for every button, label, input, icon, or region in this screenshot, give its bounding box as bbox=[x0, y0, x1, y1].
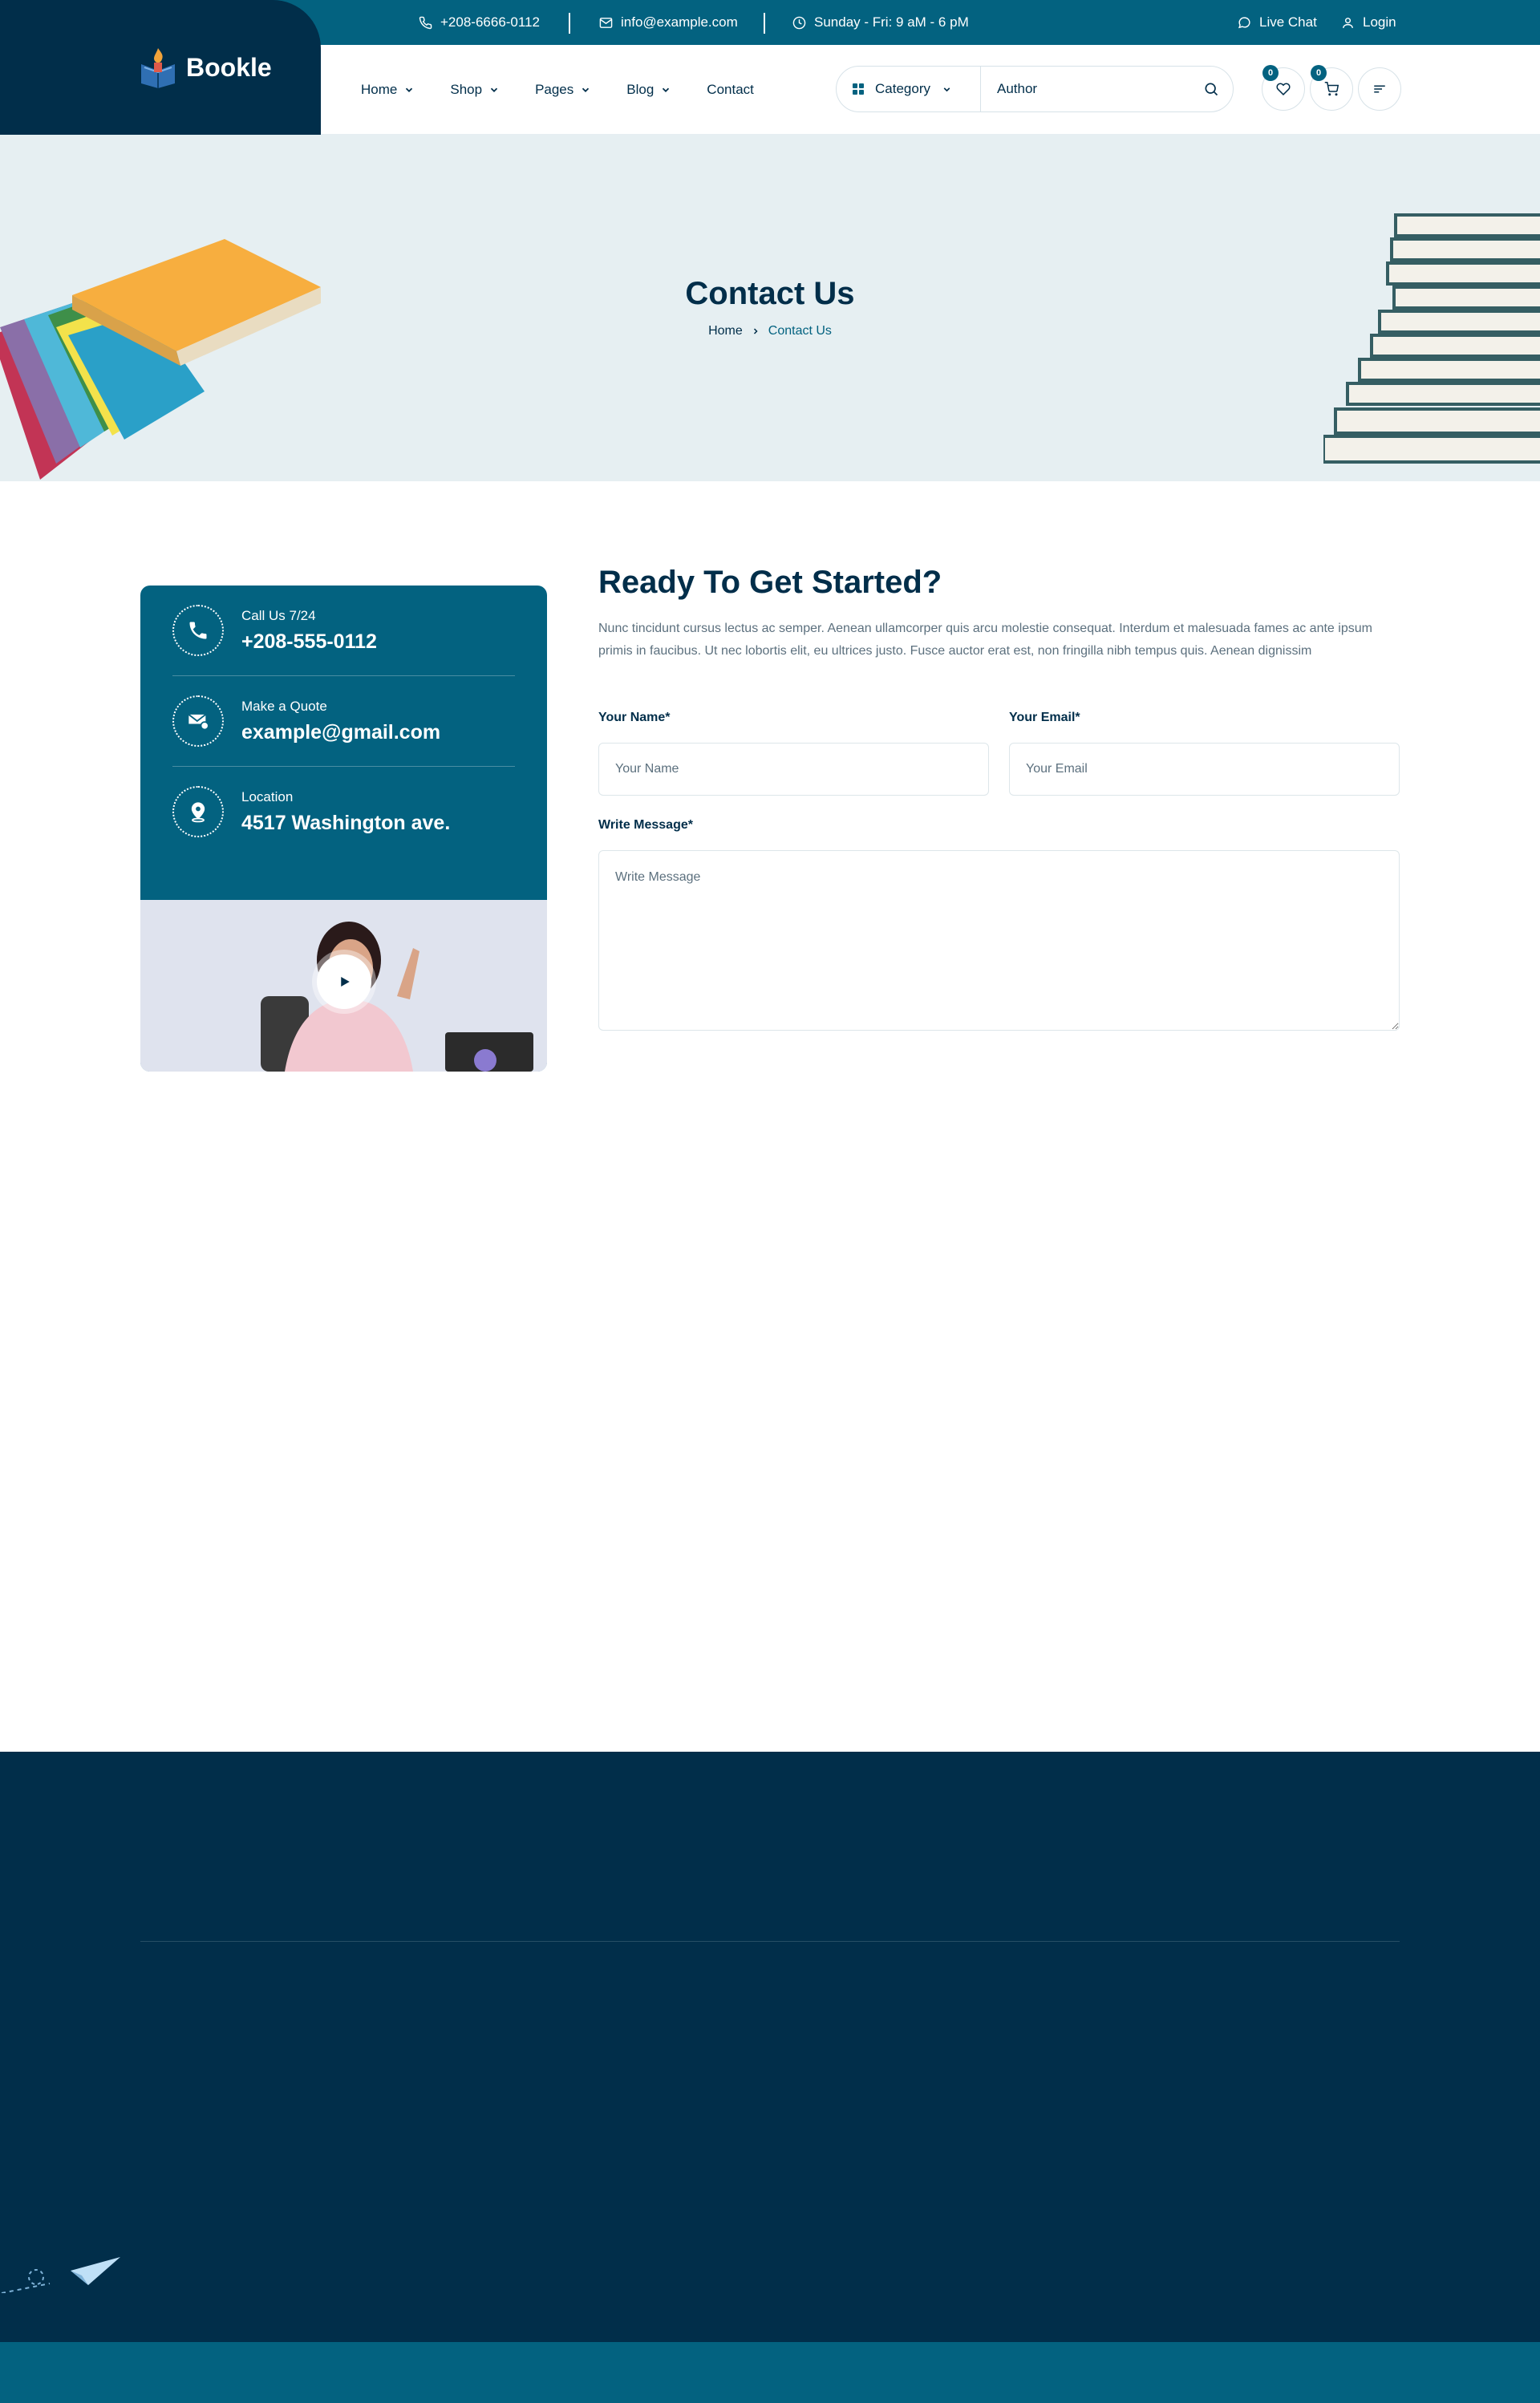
topbar-phone[interactable]: +208-6666-0112 bbox=[419, 0, 540, 45]
mail-icon bbox=[172, 695, 224, 747]
name-field-label: Your Name* bbox=[598, 711, 671, 724]
nav-item-label: Blog bbox=[626, 82, 654, 97]
play-icon bbox=[341, 977, 350, 987]
chevron-down-icon bbox=[663, 87, 670, 92]
nav-item-contact[interactable]: Contact bbox=[707, 82, 754, 98]
nav-item-label: Shop bbox=[450, 82, 483, 97]
chevron-down-icon bbox=[582, 87, 590, 92]
nav-item-home[interactable]: Home bbox=[361, 82, 415, 98]
nav-item-label: Home bbox=[361, 82, 398, 97]
category-dropdown[interactable]: Category bbox=[837, 67, 981, 111]
nav-item-label: Contact bbox=[707, 82, 754, 97]
chevron-down-icon bbox=[943, 87, 950, 91]
contact-call: Call Us 7/24 +208-555-0112 bbox=[172, 586, 515, 675]
message-textarea[interactable] bbox=[598, 850, 1400, 1031]
form-description: Nunc tincidunt cursus lectus ac semper. … bbox=[598, 622, 1372, 658]
wishlist-count-badge: 0 bbox=[1262, 65, 1279, 81]
cart-count-badge: 0 bbox=[1311, 65, 1327, 81]
phone-icon bbox=[172, 605, 224, 656]
phone-icon bbox=[419, 16, 432, 29]
nav-item-shop[interactable]: Shop bbox=[450, 82, 500, 98]
page-title: Contact Us bbox=[685, 276, 855, 311]
search-box: Category bbox=[836, 66, 1234, 112]
logo-panel: Bookle bbox=[0, 0, 321, 135]
search-button[interactable] bbox=[1189, 67, 1233, 111]
footer-bottom-bar bbox=[0, 2342, 1540, 2403]
divider bbox=[764, 13, 765, 34]
contact-quote-label: Make a Quote bbox=[241, 698, 327, 714]
support-video-thumbnail[interactable] bbox=[140, 900, 547, 1072]
contact-call-label: Call Us 7/24 bbox=[241, 607, 316, 623]
login-label: Login bbox=[1363, 14, 1396, 30]
paper-plane-icon bbox=[1, 2257, 120, 2293]
contact-location-value: 4517 Washington ave. bbox=[241, 811, 451, 834]
chevron-right-icon bbox=[753, 328, 758, 334]
chat-icon bbox=[1238, 16, 1250, 28]
contact-location: Location 4517 Washington ave. bbox=[172, 767, 515, 857]
author-search-input[interactable] bbox=[981, 81, 1189, 97]
heart-icon bbox=[1276, 83, 1291, 95]
contact-quote: Make a Quote example@gmail.com bbox=[172, 676, 515, 766]
book-stack-illustration bbox=[0, 239, 321, 480]
main-nav: Home Shop Pages Blog Contact bbox=[361, 45, 754, 135]
contact-location-label: Location bbox=[241, 788, 294, 804]
play-button[interactable] bbox=[317, 954, 371, 1009]
contact-quote-value[interactable]: example@gmail.com bbox=[241, 721, 440, 744]
form-title: Ready To Get Started? bbox=[598, 565, 942, 600]
topbar-phone-text: +208-6666-0112 bbox=[440, 14, 540, 30]
name-input[interactable] bbox=[598, 743, 989, 796]
topbar-hours-text: Sunday - Fri: 9 aM - 6 pM bbox=[814, 14, 969, 30]
menu-lines-icon bbox=[1374, 85, 1385, 93]
location-pin-icon bbox=[172, 786, 224, 837]
search-icon bbox=[1205, 83, 1218, 96]
contact-info-card: Call Us 7/24 +208-555-0112 Make a Quote … bbox=[140, 586, 547, 1072]
nav-item-blog[interactable]: Blog bbox=[626, 82, 671, 98]
topbar-email[interactable]: info@example.com bbox=[599, 0, 738, 45]
contact-call-value[interactable]: +208-555-0112 bbox=[241, 630, 377, 654]
live-chat-label: Live Chat bbox=[1259, 14, 1317, 30]
page-hero: Contact Us Home Contact Us bbox=[0, 135, 1540, 481]
brand-name: Bookle bbox=[186, 52, 272, 82]
user-icon bbox=[1343, 17, 1353, 28]
breadcrumb: Home Contact Us bbox=[0, 324, 1540, 338]
live-chat-link[interactable]: Live Chat bbox=[1238, 0, 1317, 45]
divider bbox=[569, 13, 570, 34]
email-field-label: Your Email* bbox=[1009, 711, 1080, 724]
footer-divider bbox=[140, 1941, 1400, 1942]
footer bbox=[0, 1752, 1540, 2342]
brand-logo[interactable]: Bookle bbox=[138, 47, 272, 88]
nav-item-label: Pages bbox=[535, 82, 574, 97]
chevron-down-icon bbox=[490, 87, 498, 92]
grid-icon bbox=[853, 83, 864, 95]
mail-icon bbox=[599, 17, 613, 28]
login-link[interactable]: Login bbox=[1341, 0, 1396, 45]
book-pile-illustration bbox=[1323, 213, 1540, 464]
breadcrumb-home-link[interactable]: Home bbox=[708, 324, 743, 338]
cart-button[interactable]: 0 bbox=[1310, 65, 1353, 111]
book-logo-icon bbox=[141, 48, 175, 88]
message-field-label: Write Message* bbox=[598, 818, 693, 832]
clock-icon bbox=[792, 16, 806, 29]
email-input[interactable] bbox=[1009, 743, 1400, 796]
breadcrumb-current: Contact Us bbox=[768, 324, 832, 338]
chevron-down-icon bbox=[406, 87, 413, 92]
topbar-hours: Sunday - Fri: 9 aM - 6 pM bbox=[792, 0, 969, 45]
nav-item-pages[interactable]: Pages bbox=[535, 82, 591, 98]
category-label: Category bbox=[875, 81, 930, 96]
topbar-email-text: info@example.com bbox=[621, 14, 738, 30]
cart-icon bbox=[1324, 82, 1339, 96]
menu-button[interactable] bbox=[1358, 67, 1401, 111]
wishlist-button[interactable]: 0 bbox=[1262, 65, 1305, 111]
